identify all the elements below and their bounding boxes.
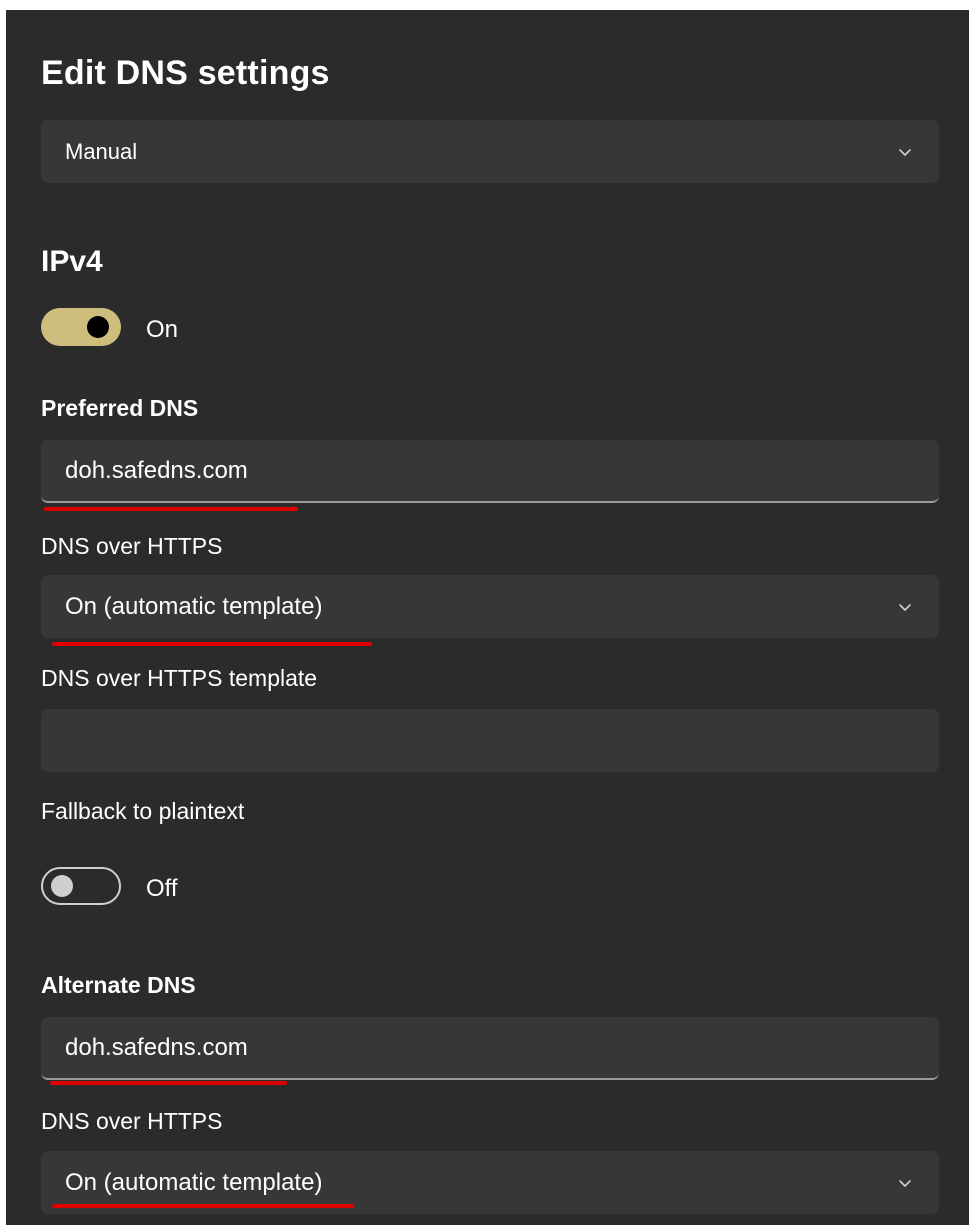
- preferred-doh-dropdown[interactable]: On (automatic template): [41, 575, 939, 638]
- dns-mode-dropdown[interactable]: Manual: [41, 120, 939, 183]
- preferred-doh-template-input[interactable]: [41, 709, 939, 772]
- alternate-dns-label: Alternate DNS: [41, 972, 196, 998]
- dialog-title: Edit DNS settings: [41, 54, 330, 92]
- annotation-underline: [44, 507, 298, 511]
- fallback-plaintext-label: Fallback to plaintext: [41, 798, 245, 824]
- toggle-knob: [87, 316, 109, 338]
- edit-dns-settings-panel: Edit DNS settings Manual IPv4 On Preferr…: [6, 10, 969, 1225]
- annotation-underline: [52, 1204, 354, 1208]
- dns-mode-value: Manual: [65, 138, 138, 164]
- chevron-down-icon: [899, 1179, 911, 1187]
- annotation-underline: [50, 1081, 287, 1085]
- fallback-toggle-state: Off: [146, 875, 178, 902]
- preferred-dns-input[interactable]: doh.safedns.com: [41, 440, 939, 503]
- alternate-dns-input[interactable]: doh.safedns.com: [41, 1017, 939, 1080]
- alternate-doh-value: On (automatic template): [65, 1168, 323, 1196]
- toggle-knob: [51, 875, 73, 897]
- chevron-down-icon: [899, 148, 911, 156]
- preferred-dns-label: Preferred DNS: [41, 395, 199, 421]
- annotation-underline: [52, 642, 372, 646]
- alternate-doh-label: DNS over HTTPS: [41, 1108, 223, 1134]
- ipv4-section-title: IPv4: [41, 245, 103, 278]
- preferred-doh-value: On (automatic template): [65, 592, 323, 620]
- ipv4-toggle-state: On: [146, 316, 179, 343]
- preferred-doh-label: DNS over HTTPS: [41, 533, 223, 559]
- ipv4-toggle[interactable]: [41, 308, 121, 346]
- preferred-doh-template-label: DNS over HTTPS template: [41, 665, 318, 691]
- fallback-plaintext-toggle[interactable]: [41, 867, 121, 905]
- alternate-dns-value: doh.safedns.com: [65, 1033, 248, 1061]
- preferred-dns-value: doh.safedns.com: [65, 456, 248, 484]
- chevron-down-icon: [899, 603, 911, 611]
